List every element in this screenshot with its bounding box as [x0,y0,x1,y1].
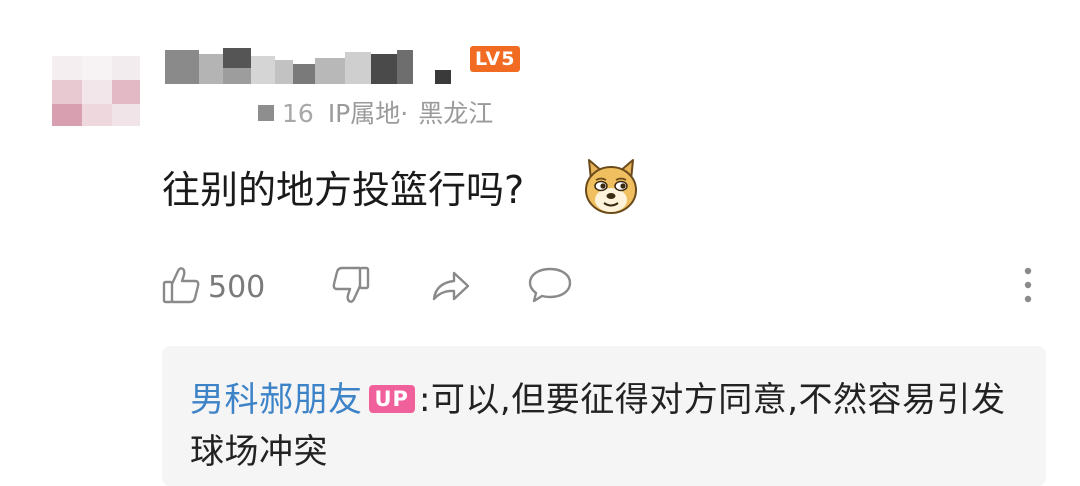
reply-button[interactable] [526,262,574,312]
like-button[interactable]: 500 [160,262,265,312]
comment-bubble-icon [526,263,574,311]
username-pixel [165,50,199,84]
username-pixel [293,64,315,84]
thumbs-up-icon [160,263,204,311]
ip-location-label: IP属地 [327,99,401,128]
comment-text: 往别的地方投篮行吗? [162,168,525,212]
username-pixel [371,54,397,84]
thumbs-down-icon [328,263,372,311]
username-pixel [345,52,371,84]
comment-meta: 16 IP属地· 黑龙江 [258,96,493,132]
meta-separator: · [400,99,409,128]
username-pixel [435,70,451,84]
reply-author-name[interactable]: 男科郝朋友 [190,380,363,420]
avatar-pixel [52,56,82,80]
username-pixel [397,50,413,84]
meta-marker [258,105,274,121]
dislike-button[interactable] [328,262,372,312]
avatar-pixel [112,80,140,104]
ip-location-value: 黑龙江 [418,99,494,128]
share-icon [428,263,474,311]
username-pixel [315,58,345,84]
avatar-pixel [82,56,112,80]
comment-actions: 500 [0,262,1080,312]
more-options-button[interactable] [1018,262,1038,312]
more-vertical-icon [1018,263,1038,311]
user-avatar[interactable] [52,56,140,126]
share-button[interactable] [428,262,474,312]
username-pixel [251,56,275,84]
avatar-pixel [82,80,112,104]
username-pixel [199,54,223,84]
username-pixel [223,68,251,84]
avatar-pixel [52,104,82,126]
doge-emoji-icon [583,156,639,216]
reply-content: 男科郝朋友 UP:可以,但要征得对方同意,不然容易引发球场冲突 [190,374,1020,478]
avatar-pixel [82,104,112,126]
username-redacted[interactable] [165,44,465,88]
comment-date: 16 [282,99,314,128]
avatar-pixel [112,56,140,80]
level-badge: LV5 [470,46,521,72]
avatar-pixel [112,104,140,126]
avatar-pixel [52,80,82,104]
username-pixel [275,60,293,84]
username-pixel [223,48,251,68]
reply-colon: : [418,380,431,420]
up-badge: UP [368,385,415,413]
like-count: 500 [208,269,266,305]
